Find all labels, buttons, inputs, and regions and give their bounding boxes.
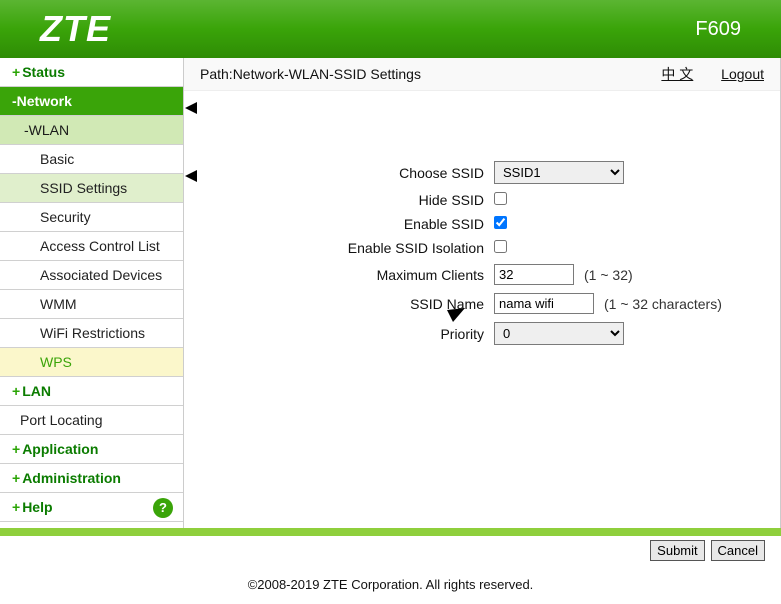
nav-security[interactable]: Security (0, 203, 183, 232)
sidebar: +Status -Network -WLAN Basic SSID Settin… (0, 58, 184, 528)
breadcrumb: Path:Network-WLAN-SSID Settings (200, 66, 421, 82)
main-panel: Path:Network-WLAN-SSID Settings 中 文 Logo… (184, 58, 781, 528)
max-clients-hint: (1 ~ 32) (584, 267, 633, 283)
priority-select[interactable]: 0 (494, 322, 624, 345)
nav-ssid-settings[interactable]: SSID Settings (0, 174, 183, 203)
nav-application[interactable]: +Application (0, 435, 183, 464)
form-area: Choose SSID SSID1 Hide SSID Enable SSID … (184, 91, 780, 373)
nav-status[interactable]: +Status (0, 58, 183, 87)
nav-lan[interactable]: +LAN (0, 377, 183, 406)
nav-administration[interactable]: +Administration (0, 464, 183, 493)
enable-isolation-label: Enable SSID Isolation (214, 240, 494, 256)
model-label: F609 (695, 18, 741, 41)
enable-ssid-checkbox[interactable] (494, 216, 507, 229)
nav-acl[interactable]: Access Control List (0, 232, 183, 261)
app-header: ZTE F609 (0, 0, 781, 58)
nav-wifi-restrictions[interactable]: WiFi Restrictions (0, 319, 183, 348)
enable-ssid-label: Enable SSID (214, 216, 494, 232)
nav-wps[interactable]: WPS (0, 348, 183, 377)
hide-ssid-label: Hide SSID (214, 192, 494, 208)
path-bar: Path:Network-WLAN-SSID Settings 中 文 Logo… (184, 58, 780, 91)
choose-ssid-label: Choose SSID (214, 165, 494, 181)
nav-basic[interactable]: Basic (0, 145, 183, 174)
cancel-button[interactable]: Cancel (711, 540, 765, 561)
lang-link[interactable]: 中 文 (661, 66, 693, 82)
max-clients-label: Maximum Clients (214, 267, 494, 283)
nav-port-locating[interactable]: Port Locating (0, 406, 183, 435)
priority-label: Priority (214, 326, 494, 342)
enable-isolation-checkbox[interactable] (494, 240, 507, 253)
nav-wmm[interactable]: WMM (0, 290, 183, 319)
nav-network[interactable]: -Network (0, 87, 183, 116)
brand-logo: ZTE (40, 8, 111, 50)
nav-wlan[interactable]: -WLAN (0, 116, 183, 145)
footer-bar: Submit Cancel (0, 528, 781, 565)
logout-link[interactable]: Logout (721, 66, 764, 82)
ssid-name-input[interactable] (494, 293, 594, 314)
submit-button[interactable]: Submit (650, 540, 704, 561)
nav-associated[interactable]: Associated Devices (0, 261, 183, 290)
choose-ssid-select[interactable]: SSID1 (494, 161, 624, 184)
ssid-name-hint: (1 ~ 32 characters) (604, 296, 722, 312)
ssid-name-label: SSID Name (214, 296, 494, 312)
hide-ssid-checkbox[interactable] (494, 192, 507, 205)
copyright: ©2008-2019 ZTE Corporation. All rights r… (0, 565, 781, 604)
max-clients-input[interactable] (494, 264, 574, 285)
help-icon[interactable]: ? (153, 498, 173, 518)
